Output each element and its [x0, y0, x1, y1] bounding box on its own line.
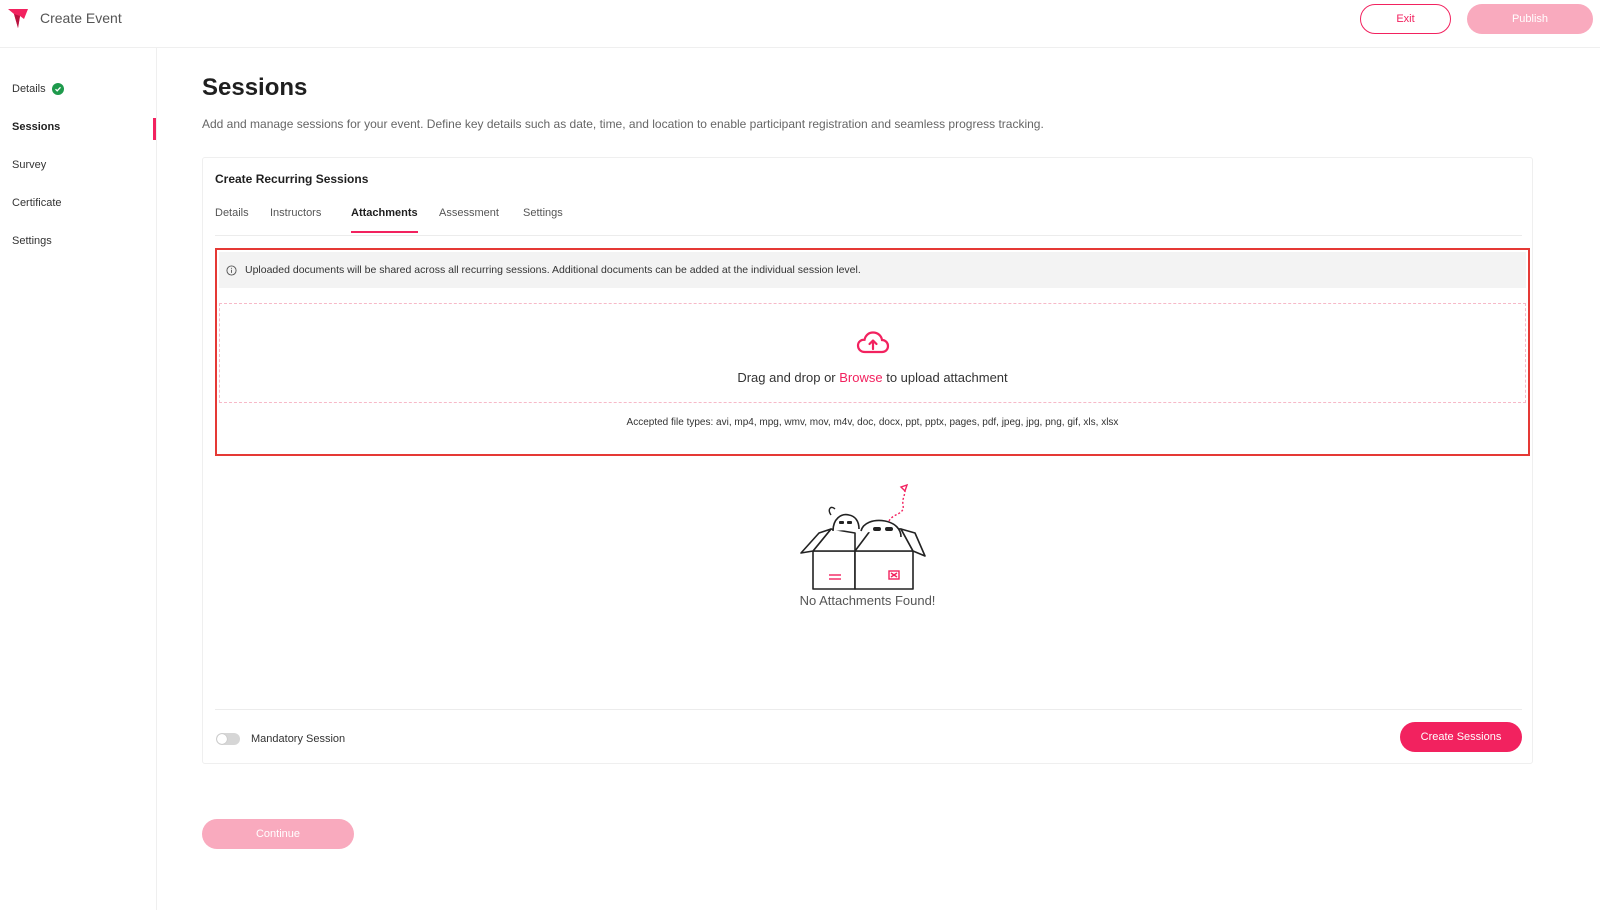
- sidebar-item-label: Survey: [12, 159, 47, 171]
- browse-link[interactable]: Browse: [839, 370, 882, 385]
- mandatory-session-toggle[interactable]: [216, 733, 240, 745]
- sidebar-item-certificate[interactable]: Certificate: [12, 197, 62, 209]
- dropzone-prefix: Drag and drop or: [737, 370, 840, 385]
- tab-attachments[interactable]: Attachments: [351, 206, 418, 236]
- info-banner-text: Uploaded documents will be shared across…: [245, 264, 861, 276]
- dropzone-text: Drag and drop or Browse to upload attach…: [220, 370, 1525, 385]
- create-sessions-button[interactable]: Create Sessions: [1400, 722, 1522, 752]
- tab-details[interactable]: Details: [215, 206, 249, 236]
- upload-section: Uploaded documents will be shared across…: [215, 248, 1530, 456]
- check-circle-icon: [51, 83, 64, 95]
- tab-label: Attachments: [351, 207, 418, 219]
- empty-state-text: No Attachments Found!: [799, 593, 936, 608]
- page-title: Sessions: [202, 74, 308, 101]
- info-icon: [226, 264, 237, 276]
- file-dropzone[interactable]: Drag and drop or Browse to upload attach…: [219, 303, 1526, 403]
- top-bar: Create Event Exit Publish: [0, 0, 1600, 48]
- sidebar-item-label: Sessions: [12, 121, 61, 133]
- page-description: Add and manage sessions for your event. …: [202, 117, 1044, 131]
- tab-assessment[interactable]: Assessment: [439, 206, 499, 236]
- sidebar-item-settings[interactable]: Settings: [12, 235, 52, 247]
- tab-settings[interactable]: Settings: [523, 206, 563, 236]
- active-tab-underline: [351, 231, 418, 233]
- cloud-upload-icon: [856, 331, 890, 354]
- card-footer-divider: [215, 709, 1522, 710]
- info-banner: Uploaded documents will be shared across…: [219, 252, 1526, 288]
- app-title: Create Event: [40, 10, 122, 26]
- empty-box-illustration-icon: [800, 483, 926, 590]
- dropzone-suffix: to upload attachment: [882, 370, 1008, 385]
- toggle-knob: [217, 734, 227, 744]
- sidebar-item-label: Certificate: [12, 197, 62, 209]
- card-title: Create Recurring Sessions: [215, 172, 369, 186]
- sidebar-item-label: Settings: [12, 235, 52, 247]
- mandatory-session-label: Mandatory Session: [251, 733, 346, 745]
- sidebar-item-survey[interactable]: Survey: [12, 159, 46, 171]
- sidebar-item-details[interactable]: Details: [12, 83, 64, 95]
- accepted-file-types: Accepted file types: avi, mp4, mpg, wmv,…: [626, 417, 1119, 428]
- sidebar: Details Sessions Survey Certificate Sett…: [0, 48, 157, 910]
- tab-bar: Details Instructors Attachments Assessme…: [215, 206, 1522, 236]
- tab-instructors[interactable]: Instructors: [270, 206, 321, 236]
- exit-button[interactable]: Exit: [1360, 4, 1451, 34]
- publish-button[interactable]: Publish: [1467, 4, 1593, 34]
- recurring-sessions-card: Create Recurring Sessions Details Instru…: [202, 157, 1533, 764]
- sidebar-item-sessions[interactable]: Sessions: [12, 121, 60, 133]
- brand-logo-icon[interactable]: [6, 6, 30, 30]
- sidebar-active-indicator: [153, 118, 156, 140]
- sidebar-item-label: Details: [12, 83, 46, 95]
- continue-button[interactable]: Continue: [202, 819, 354, 849]
